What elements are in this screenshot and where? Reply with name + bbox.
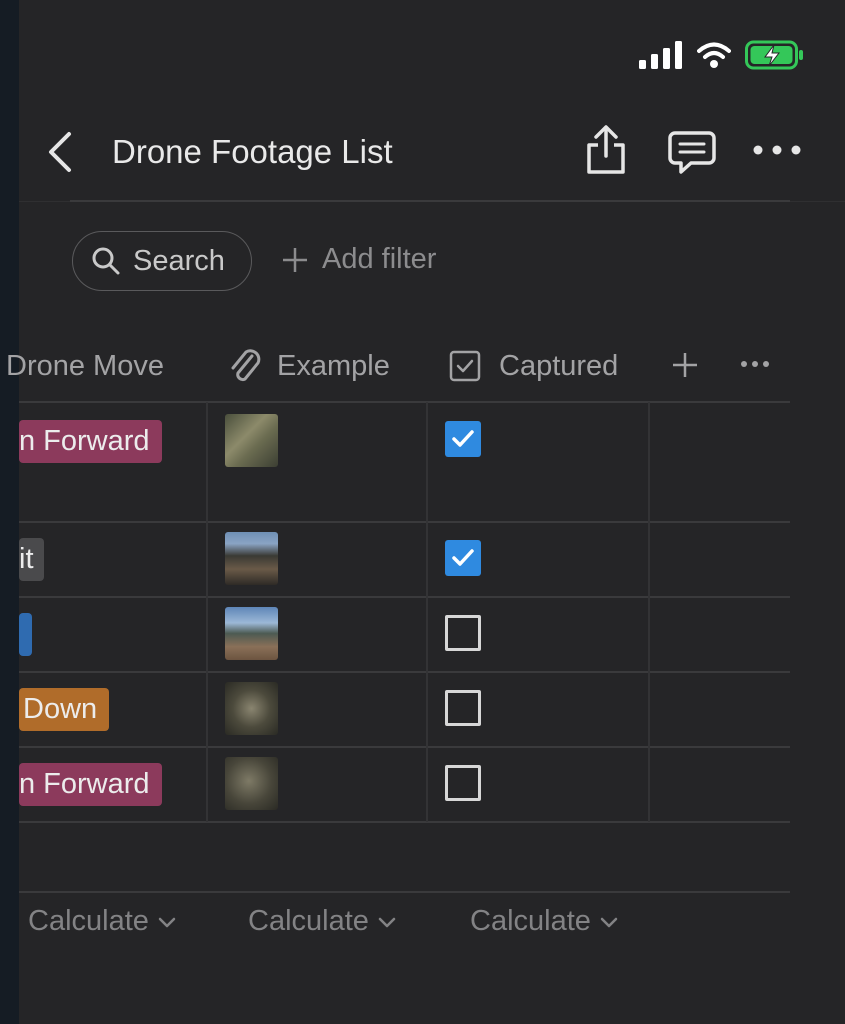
- add-column-icon[interactable]: [672, 352, 698, 378]
- drone-move-tag[interactable]: n Forward: [19, 420, 162, 463]
- search-label: Search: [133, 244, 225, 277]
- column-header-drone-move[interactable]: Drone Move: [6, 330, 164, 402]
- navigation-bar: Drone Footage List: [19, 110, 845, 200]
- paperclip-icon: [231, 349, 261, 381]
- footer-divider: [19, 891, 790, 893]
- left-edge-strip: [0, 0, 19, 1024]
- drone-move-tag[interactable]: it: [19, 538, 44, 581]
- table-divider: [19, 401, 790, 403]
- captured-checkbox[interactable]: [445, 421, 481, 457]
- status-bar: [639, 40, 805, 70]
- table-divider: [19, 596, 790, 598]
- column-divider: [206, 402, 208, 822]
- search-icon: [92, 247, 120, 275]
- header-divider: [70, 200, 790, 202]
- calculate-label: Calculate: [248, 905, 369, 937]
- column-divider: [426, 402, 428, 822]
- example-thumbnail[interactable]: [225, 532, 278, 585]
- captured-checkbox[interactable]: [445, 690, 481, 726]
- chevron-down-icon: [600, 917, 618, 927]
- drone-move-tag[interactable]: n Forward: [19, 763, 162, 806]
- page-title: Drone Footage List: [112, 133, 393, 170]
- table-divider: [19, 671, 790, 673]
- calculate-dropdown[interactable]: Calculate: [28, 905, 177, 938]
- chevron-down-icon: [158, 917, 176, 927]
- calculate-dropdown[interactable]: Calculate: [470, 905, 619, 938]
- add-filter-button[interactable]: Add filter: [282, 243, 436, 276]
- column-options-icon[interactable]: [740, 360, 770, 368]
- table-divider: [19, 521, 790, 523]
- drone-move-tag[interactable]: Down: [19, 688, 110, 731]
- chevron-down-icon: [378, 917, 396, 927]
- column-divider: [648, 402, 650, 822]
- table-divider: [19, 821, 790, 823]
- share-icon[interactable]: [584, 124, 628, 176]
- calculate-dropdown[interactable]: Calculate: [248, 905, 397, 938]
- cellular-signal-icon: [639, 41, 682, 69]
- column-header-label: Drone Move: [6, 349, 164, 382]
- captured-checkbox[interactable]: [445, 765, 481, 801]
- calculate-label: Calculate: [28, 905, 149, 937]
- add-filter-label: Add filter: [322, 243, 437, 275]
- example-thumbnail[interactable]: [225, 757, 278, 810]
- checkbox-icon: [449, 350, 481, 382]
- plus-icon: [283, 247, 307, 272]
- calculate-label: Calculate: [470, 905, 591, 937]
- more-options-icon[interactable]: [752, 144, 802, 156]
- example-thumbnail[interactable]: [225, 607, 278, 660]
- checkmark-icon: [452, 430, 474, 447]
- captured-checkbox[interactable]: [445, 540, 481, 576]
- table-divider: [19, 746, 790, 748]
- drone-move-tag[interactable]: [19, 613, 32, 656]
- captured-checkbox[interactable]: [445, 615, 481, 651]
- checkmark-icon: [452, 549, 474, 566]
- column-header-example[interactable]: Example: [227, 330, 390, 402]
- column-header-label: Captured: [499, 349, 619, 382]
- example-thumbnail[interactable]: [225, 414, 278, 467]
- column-header-label: Example: [277, 349, 390, 382]
- comment-icon[interactable]: [667, 130, 717, 176]
- back-chevron-icon[interactable]: [45, 130, 75, 174]
- search-button[interactable]: Search: [72, 231, 252, 291]
- column-header-captured[interactable]: Captured: [449, 330, 618, 402]
- wifi-icon: [697, 42, 731, 68]
- example-thumbnail[interactable]: [225, 682, 278, 735]
- battery-charging-icon: [745, 40, 803, 70]
